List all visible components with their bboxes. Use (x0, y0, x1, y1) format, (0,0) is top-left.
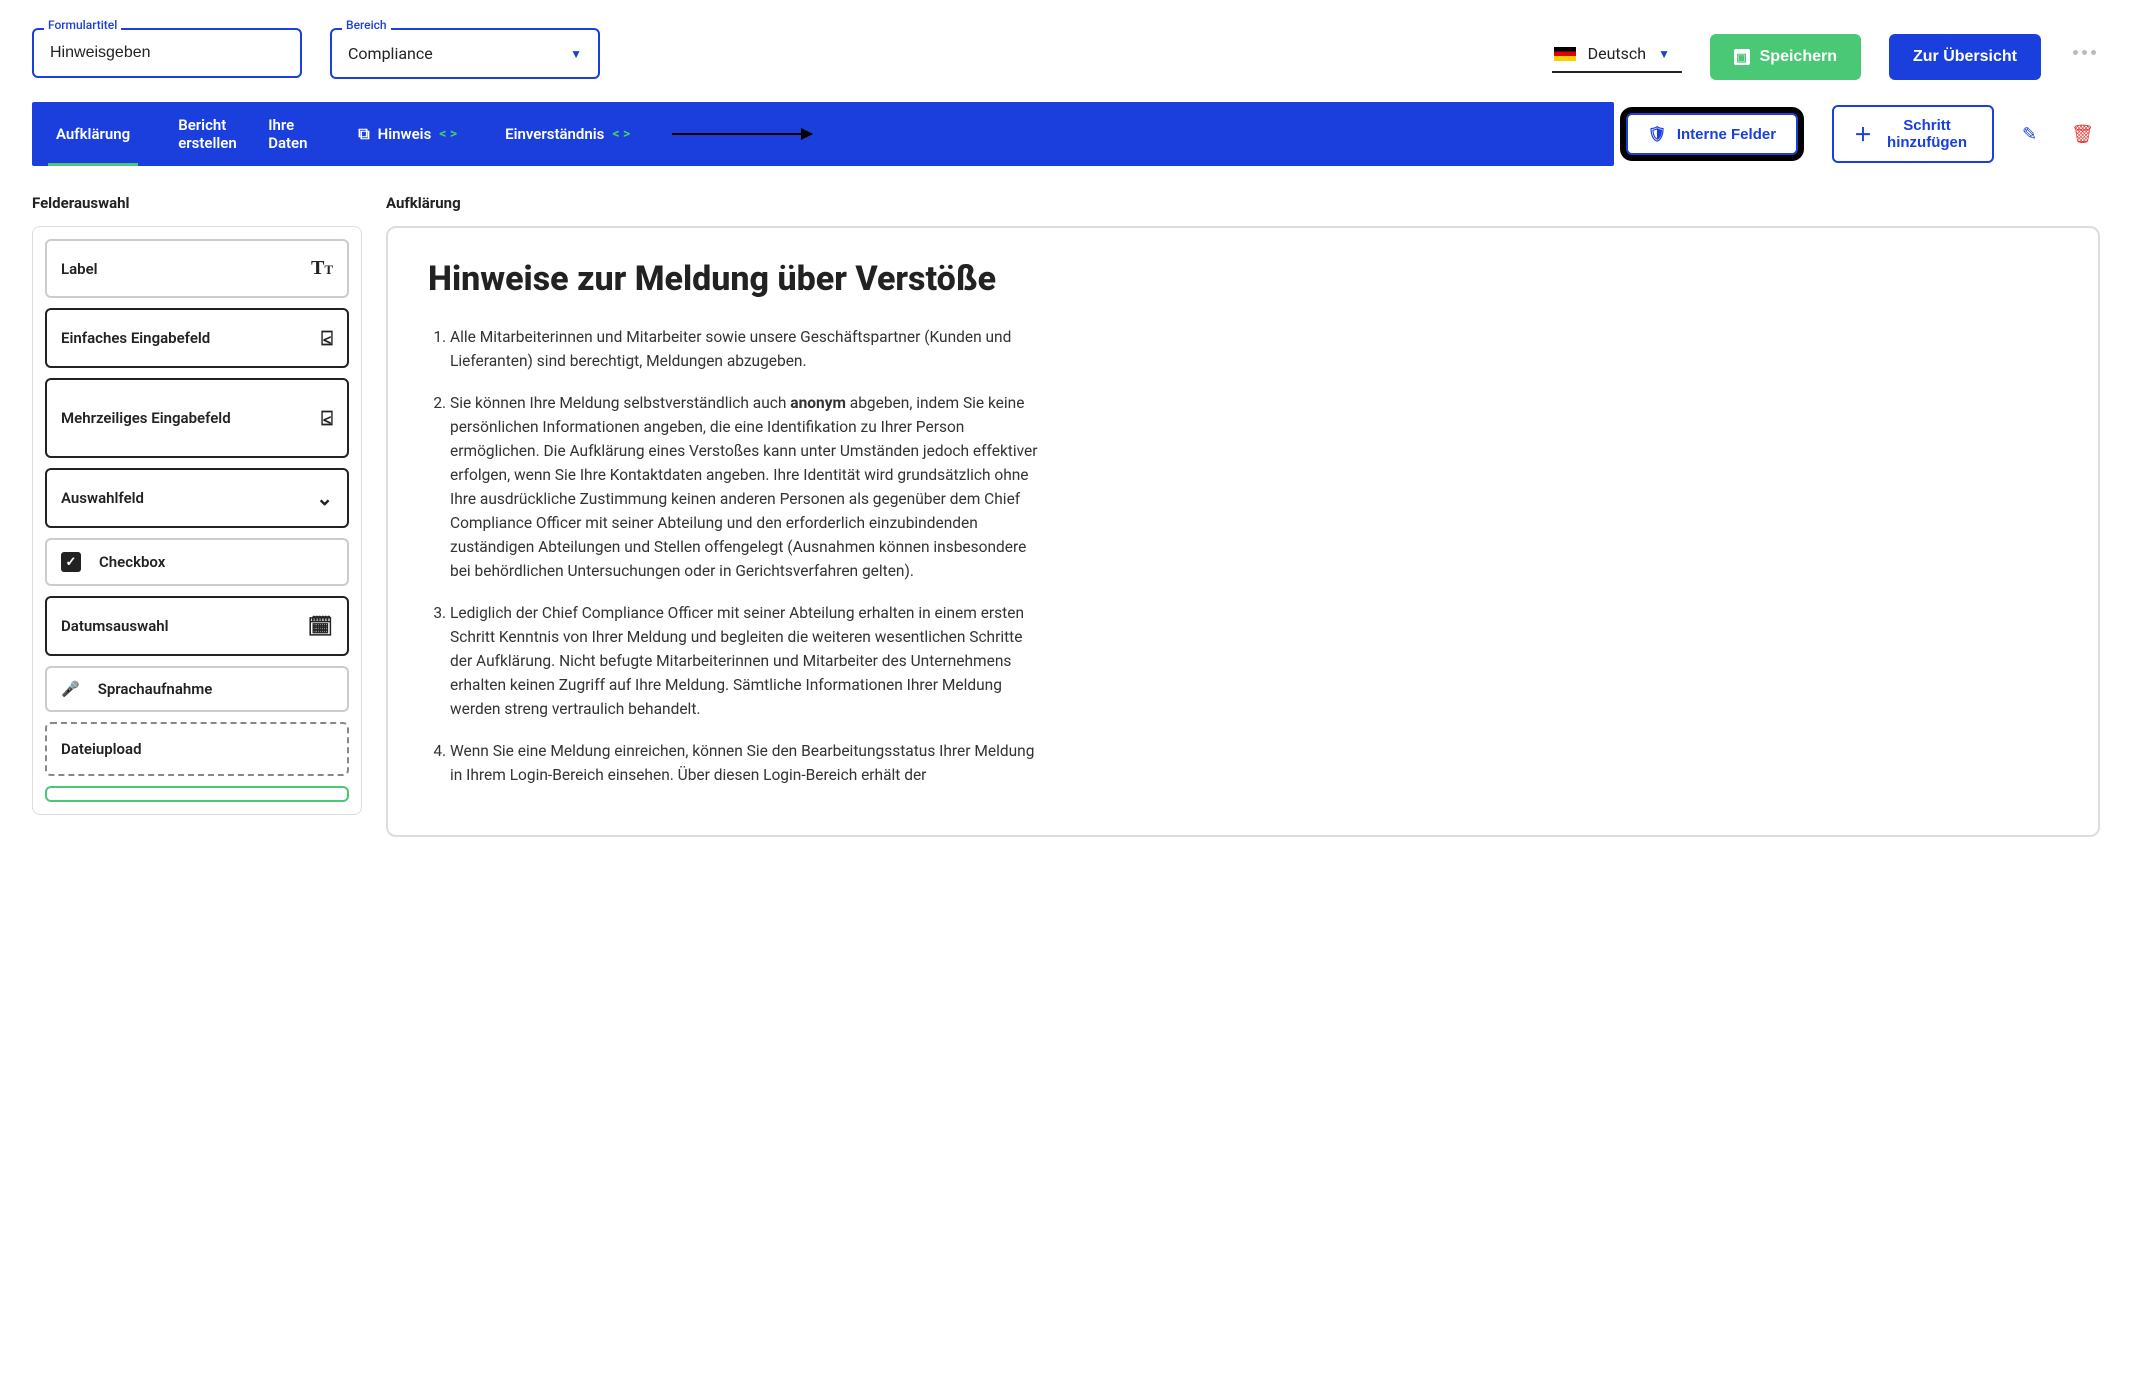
tab-hinweis[interactable]: ⧉ Hinweis < > (334, 102, 481, 166)
field-option-voice[interactable]: 🎤 Sprachaufnahme (45, 666, 349, 712)
calendar-icon: 🗓 (308, 614, 333, 638)
external-link-icon: ⧉ (358, 124, 369, 143)
shield-icon: 🛡 (1648, 125, 1667, 143)
form-title-input[interactable] (32, 28, 302, 78)
field-option-checkbox[interactable]: ✓ Checkbox (45, 538, 349, 586)
input-icon: ⍃ (321, 406, 333, 430)
content-li-1: Alle Mitarbeiterinnen und Mitarbeiter so… (450, 325, 1048, 373)
tab-aufklaerung[interactable]: Aufklärung (32, 102, 154, 166)
internal-fields-button[interactable]: 🛡 Interne Felder (1626, 113, 1798, 155)
field-selection-panel: Label TT Einfaches Eingabefeld ⍃ Mehrzei… (32, 226, 362, 815)
tab-bericht[interactable]: Bericht erstellen (154, 102, 244, 166)
pencil-icon: ✎ (2022, 124, 2037, 144)
form-title-label: Formulartitel (44, 18, 121, 32)
content-li-4: Wenn Sie eine Meldung einreichen, können… (450, 739, 1048, 787)
area-label: Bereich (342, 18, 391, 32)
chevron-down-icon: ⌄ (316, 486, 333, 510)
code-brackets-icon: < > (439, 126, 457, 143)
more-menu[interactable] (2069, 46, 2100, 59)
annotation-arrow (672, 133, 812, 135)
tab-einverstaendnis[interactable]: Einverständnis < > (481, 102, 654, 166)
tab-ihre-daten[interactable]: Ihre Daten (244, 102, 334, 166)
save-button[interactable]: ▣ Speichern (1710, 34, 1861, 80)
field-option-label[interactable]: Label TT (45, 239, 349, 298)
add-step-button[interactable]: ＋ Schritt hinzufügen (1832, 105, 1994, 164)
chevron-down-icon: ▼ (570, 47, 582, 61)
flag-de-icon (1554, 47, 1576, 61)
language-label: Deutsch (1588, 44, 1646, 63)
area-select[interactable]: Compliance ▼ (330, 28, 600, 79)
trash-icon: 🗑 (2071, 124, 2094, 144)
area-value: Compliance (348, 44, 433, 63)
code-brackets-icon: < > (612, 126, 630, 143)
field-option-select[interactable]: Auswahlfeld ⌄ (45, 468, 349, 528)
field-selection-title: Felderauswahl (32, 194, 362, 212)
mic-icon: 🎤 (61, 680, 80, 698)
overview-button[interactable]: Zur Übersicht (1889, 34, 2041, 80)
edit-button[interactable]: ✎ (2016, 118, 2043, 151)
content-heading: Hinweise zur Meldung über Verstöße (428, 258, 2058, 301)
chevron-down-icon: ▼ (1658, 47, 1670, 61)
checkbox-icon: ✓ (61, 552, 81, 572)
field-option-date[interactable]: Datumsauswahl 🗓 (45, 596, 349, 656)
field-option-multiline-input[interactable]: Mehrzeiliges Eingabefeld ⍃ (45, 378, 349, 458)
input-icon: ⍃ (321, 326, 333, 350)
text-icon: TT (311, 257, 333, 280)
save-icon: ▣ (1734, 49, 1750, 65)
field-option-extra[interactable] (45, 786, 349, 802)
content-section-label: Aufklärung (386, 194, 2100, 212)
content-panel: Hinweise zur Meldung über Verstöße Alle … (386, 226, 2100, 837)
steps-tabbar: Aufklärung Bericht erstellen Ihre Daten … (32, 102, 1614, 166)
field-option-upload[interactable]: Dateiupload (45, 722, 349, 776)
language-select[interactable]: Deutsch ▼ (1552, 38, 1682, 73)
content-li-2: Sie können Ihre Meldung selbstverständli… (450, 391, 1048, 583)
content-li-3: Lediglich der Chief Compliance Officer m… (450, 601, 1048, 721)
delete-button[interactable]: 🗑 (2065, 118, 2100, 151)
plus-icon: ＋ (1854, 121, 1872, 147)
field-option-simple-input[interactable]: Einfaches Eingabefeld ⍃ (45, 308, 349, 368)
